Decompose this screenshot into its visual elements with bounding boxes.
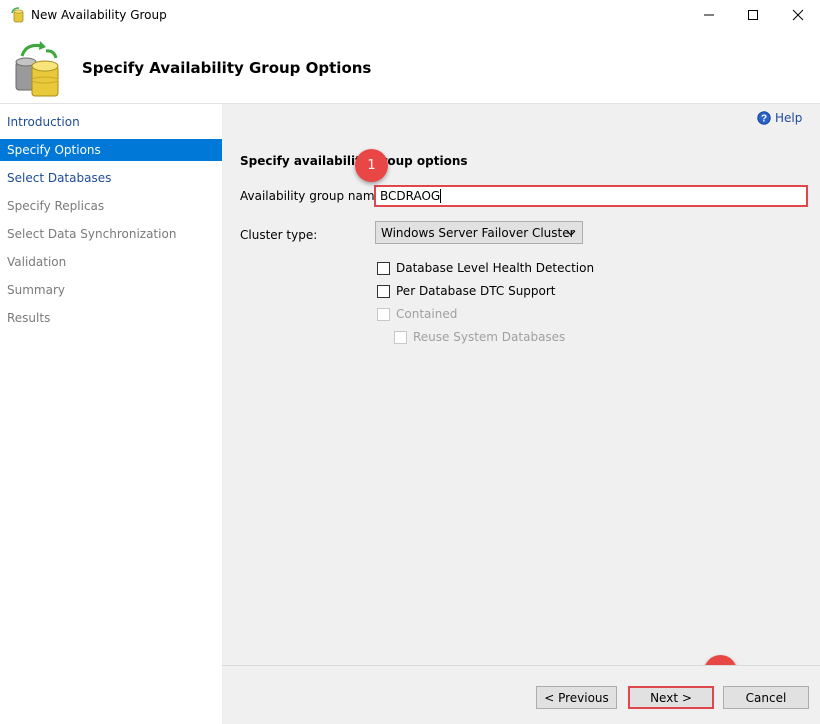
wizard-footer: < Previous Next > Cancel [222,665,820,724]
checkbox-box [394,330,407,344]
minimize-icon [704,14,714,16]
db-health-detection-checkbox[interactable]: Database Level Health Detection [377,261,594,275]
ag-name-input[interactable]: BCDRAOG [374,185,808,207]
checkbox-box [377,307,390,321]
ag-name-label: Availability group name: [240,189,386,203]
contained-checkbox: Contained [377,307,457,321]
wizard-nav: Introduction Specify Options Select Data… [0,103,222,724]
title-bar: New Availability Group [0,0,820,30]
nav-item-summary: Summary [7,283,65,297]
maximize-icon [748,10,758,20]
minimize-button[interactable] [686,0,732,30]
close-button[interactable] [775,0,820,30]
checkbox-box [377,284,390,298]
nav-item-specify-replicas: Specify Replicas [7,199,105,213]
previous-button[interactable]: < Previous [536,686,617,709]
nav-item-specify-options[interactable]: Specify Options [0,139,222,161]
per-db-dtc-checkbox[interactable]: Per Database DTC Support [377,284,556,298]
database-sync-icon [15,41,59,97]
ag-name-value: BCDRAOG [380,189,441,203]
help-link[interactable]: ? Help [757,111,802,125]
help-label: Help [775,111,803,125]
options-panel: ? Help Specify availability group option… [222,103,820,666]
nav-item-validation: Validation [7,255,67,269]
checkbox-label: Per Database DTC Support [396,284,556,298]
nav-item-results: Results [7,311,51,325]
checkbox-box [377,261,390,275]
window-title: New Availability Group [31,8,167,22]
next-button[interactable]: Next > [628,686,714,709]
section-title: Specify availability group options [240,154,468,168]
svg-text:?: ? [761,114,767,125]
checkbox-label: Reuse System Databases [413,330,566,344]
nav-item-select-databases[interactable]: Select Databases [0,167,222,189]
availability-group-app-icon [11,7,24,23]
wizard-header: Specify Availability Group Options [0,30,820,102]
reuse-system-databases-checkbox: Reuse System Databases [394,330,565,344]
checkbox-label: Database Level Health Detection [396,261,595,275]
checkbox-label: Contained [396,307,458,321]
cluster-type-label: Cluster type: [240,228,318,242]
page-title: Specify Availability Group Options [82,59,372,77]
chevron-down-icon [566,230,576,236]
maximize-button[interactable] [730,0,776,30]
nav-item-select-data-synchronization: Select Data Synchronization [7,227,177,241]
cancel-button[interactable]: Cancel [723,686,809,709]
text-caret [440,189,442,203]
cluster-type-value: Windows Server Failover Cluster [381,225,575,240]
cluster-type-select[interactable]: Windows Server Failover Cluster [375,221,583,244]
close-icon [792,9,804,21]
annotation-badge-1: 1 [355,149,388,182]
help-icon: ? [757,111,771,125]
nav-item-introduction[interactable]: Introduction [0,111,222,133]
